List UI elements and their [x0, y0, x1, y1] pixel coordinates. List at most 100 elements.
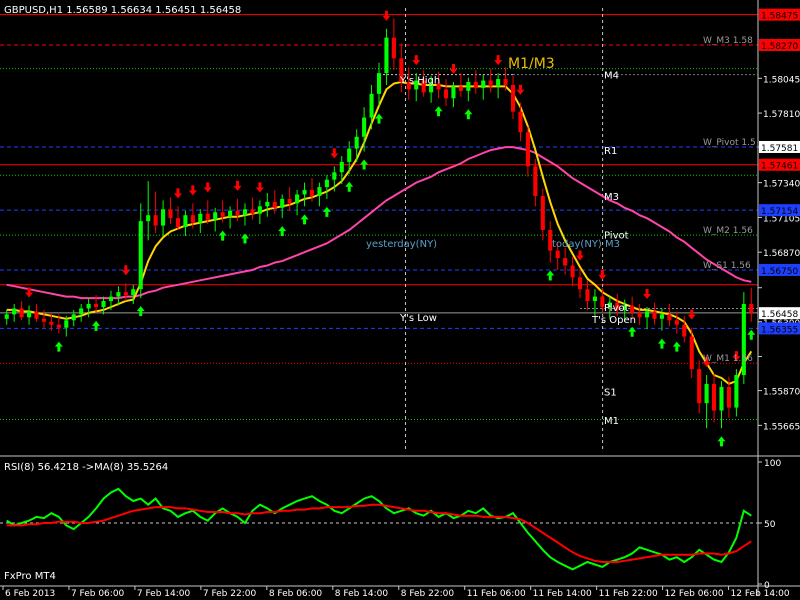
- candle-body-28: [213, 212, 218, 220]
- candle-body-76: [570, 265, 575, 278]
- candle-body-100: [749, 304, 754, 313]
- candle-body-10: [79, 308, 84, 315]
- y-tick-label-3: 1.57340: [763, 180, 800, 190]
- candle-body-7: [56, 324, 61, 328]
- annotation-ys-low: Y's Low: [399, 313, 437, 324]
- level-tag-text-8: 1.56750: [761, 267, 798, 277]
- level-tag-text-11: 1.56355: [761, 325, 798, 335]
- level-tag-text-0: 1.58475: [761, 12, 798, 22]
- candle-body-84: [630, 305, 635, 313]
- candle-body-91: [682, 324, 687, 337]
- candle-body-69: [518, 111, 523, 133]
- candle-body-90: [674, 320, 679, 325]
- pivot-label-2: M3: [604, 192, 619, 203]
- x-tick-label-10: 12 Feb 06:00: [665, 589, 724, 599]
- candle-body-98: [734, 375, 739, 408]
- current-price-text: 1.56458: [761, 310, 798, 320]
- x-tick-label-6: 8 Feb 22:00: [401, 589, 455, 599]
- candle-body-26: [198, 213, 203, 223]
- pivot-label-4: Pivot: [604, 303, 629, 314]
- candle-body-30: [228, 210, 233, 217]
- window-title: GBPUSD,H1 1.56589 1.56634 1.56451 1.5645…: [4, 5, 241, 16]
- candle-body-13: [101, 301, 106, 307]
- candle-body-60: [451, 86, 456, 99]
- candle-body-32: [242, 209, 248, 216]
- candle-body-34: [257, 206, 262, 214]
- candle-body-87: [652, 311, 657, 319]
- level-label-8: W_S1 1.56: [703, 261, 751, 271]
- candle-body-1: [12, 308, 17, 315]
- candle-body-96: [719, 386, 724, 411]
- candle-body-52: [391, 37, 396, 59]
- candle-body-95: [712, 383, 717, 411]
- level-label-7: W_M2 1.56: [703, 226, 753, 236]
- level-tag-text-4: 1.57461: [761, 162, 798, 172]
- level-tag-text-6: 1.57154: [761, 207, 798, 217]
- candle-body-85: [637, 312, 642, 318]
- pivot-label-3: Pivot: [604, 230, 629, 241]
- candle-body-86: [644, 311, 650, 318]
- candle-body-24: [183, 215, 188, 228]
- candle-body-31: [235, 210, 240, 216]
- candle-body-27: [205, 213, 210, 220]
- annotation-m1-m3: M1/M3: [508, 56, 555, 72]
- candle-body-77: [577, 277, 583, 290]
- candle-body-8: [64, 320, 69, 328]
- x-tick-label-5: 8 Feb 14:00: [335, 589, 389, 599]
- candle-body-62: [466, 82, 471, 91]
- candle-body-88: [659, 314, 664, 319]
- candle-body-17: [131, 289, 136, 296]
- x-tick-label-1: 7 Feb 06:00: [71, 589, 125, 599]
- candle-body-68: [510, 84, 516, 112]
- candle-body-93: [697, 369, 702, 404]
- candle-body-38: [287, 198, 292, 204]
- candle-body-22: [168, 209, 173, 219]
- candle-body-39: [295, 194, 300, 204]
- x-tick-label-0: 6 Feb 2013: [5, 589, 55, 599]
- candle-body-19: [146, 215, 151, 222]
- candle-body-65: [488, 80, 493, 87]
- candle-body-75: [563, 258, 568, 266]
- x-tick-label-11: 12 Feb 14:00: [731, 589, 790, 599]
- candle-body-50: [376, 73, 382, 94]
- candle-body-12: [94, 304, 99, 307]
- candle-body-5: [41, 318, 46, 322]
- pivot-label-6: M1: [604, 416, 619, 427]
- candle-body-71: [533, 166, 538, 196]
- candle-body-25: [190, 215, 195, 223]
- candle-body-79: [592, 296, 597, 302]
- level-label-12: W_M1 1.56: [703, 354, 753, 364]
- annotation-t-open: T's Open: [591, 315, 636, 326]
- candle-body-47: [354, 136, 359, 149]
- candle-body-46: [347, 148, 352, 162]
- level-label-1: W_M3 1.58: [703, 36, 753, 46]
- candle-body-48: [362, 117, 367, 137]
- candle-body-9: [71, 314, 76, 321]
- y-tick-label-0: 1.58045: [763, 75, 800, 85]
- x-tick-label-8: 11 Feb 14:00: [533, 589, 592, 599]
- broker-label: FxPro MT4: [4, 571, 56, 582]
- pivot-label-0: M4: [604, 71, 619, 82]
- candle-body-11: [86, 304, 91, 309]
- rsi-y-tick-label-0: 100: [764, 459, 781, 469]
- price-chart[interactable]: W_M3 1.58 W_Pivot 1.5 W_M2 1.56 W_S1 1.56 W_…: [0, 0, 800, 600]
- candle-body-89: [667, 314, 672, 321]
- pivot-label-5: S1: [604, 387, 617, 398]
- rsi-y-tick-label-1: 50: [764, 520, 776, 530]
- candle-body-0: [4, 314, 9, 319]
- candle-body-63: [473, 82, 478, 88]
- candle-body-40: [302, 190, 307, 195]
- candle-body-92: [689, 336, 694, 370]
- candle-body-99: [741, 304, 746, 376]
- pivot-label-1: R1: [604, 146, 617, 157]
- level-label-3: W_Pivot 1.5: [703, 138, 756, 148]
- candle-body-49: [369, 93, 374, 118]
- candle-body-3: [27, 311, 32, 318]
- x-tick-label-7: 11 Feb 06:00: [467, 589, 526, 599]
- candle-body-41: [309, 190, 315, 196]
- annotation-ys-high: Y's High: [399, 76, 440, 87]
- x-tick-label-3: 7 Feb 22:00: [203, 589, 257, 599]
- candle-body-70: [525, 132, 530, 167]
- candle-body-14: [108, 296, 114, 302]
- y-tick-label-1: 1.57810: [763, 110, 800, 120]
